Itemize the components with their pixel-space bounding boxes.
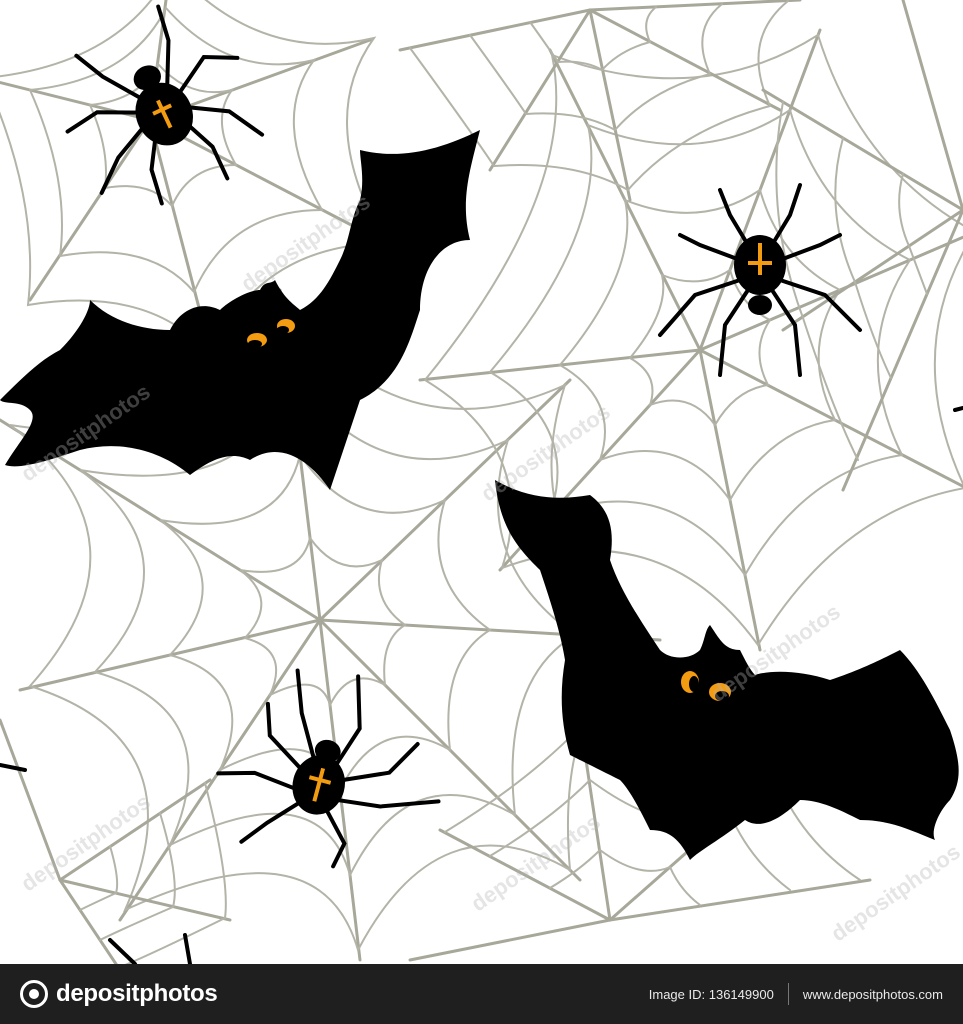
cobweb-top-right	[418, 28, 963, 652]
cobweb-bottom-left	[0, 718, 232, 964]
bat-icon	[0, 130, 480, 490]
halloween-pattern	[0, 0, 963, 964]
logo-text: depositphotos	[56, 980, 218, 1007]
image-id: Image ID: 136149900	[648, 986, 774, 1002]
divider	[787, 983, 789, 1005]
cobweb-right-edge	[761, 0, 963, 492]
footer-bar: depositphotos Image ID: 136149900 www.de…	[0, 964, 963, 1024]
depositphotos-logo-icon	[20, 980, 48, 1008]
spider-icon	[216, 668, 441, 869]
site-link[interactable]: www.depositphotos.com	[803, 987, 943, 1002]
spider-icon	[65, 4, 265, 206]
logo[interactable]: depositphotos	[20, 980, 218, 1008]
